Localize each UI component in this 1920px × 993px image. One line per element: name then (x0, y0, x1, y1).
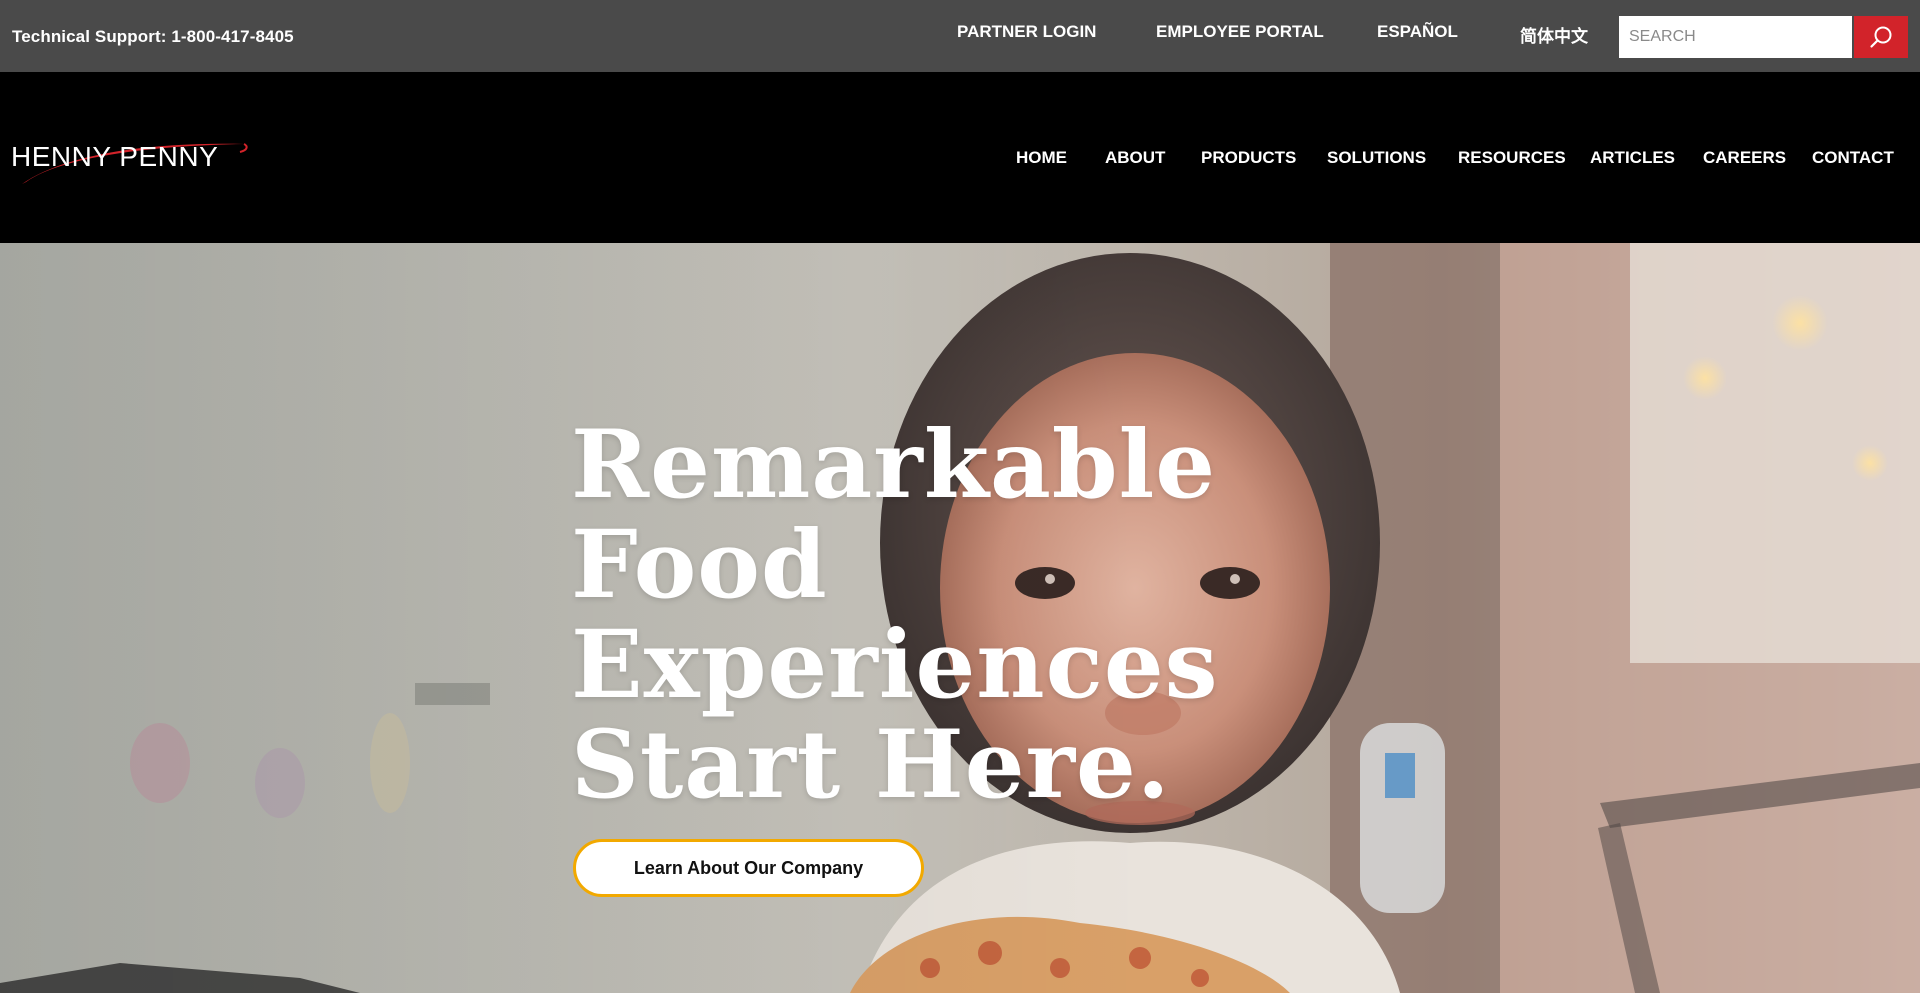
headline-line-1: Remarkable (571, 410, 1217, 520)
chinese-link[interactable]: 简体中文 (1520, 22, 1588, 47)
search-button[interactable] (1854, 16, 1908, 58)
main-navigation: HOME ABOUT PRODUCTS SOLUTIONS RESOURCES … (0, 148, 1920, 172)
main-header: HENNY PENNY HOME ABOUT PRODUCTS SOLUTION… (0, 72, 1920, 243)
nav-contact[interactable]: CONTACT (1812, 148, 1894, 168)
nav-resources[interactable]: RESOURCES (1458, 148, 1566, 168)
hero-section: Remarkable Food Experiences Start Here. … (0, 243, 1920, 993)
search-bar (1619, 16, 1908, 58)
nav-products[interactable]: PRODUCTS (1201, 148, 1296, 168)
espanol-link[interactable]: ESPAÑOL (1377, 22, 1458, 42)
headline-line-2: Food (571, 510, 828, 620)
headline-line-4: Start Here. (571, 710, 1171, 820)
nav-careers[interactable]: CAREERS (1703, 148, 1786, 168)
headline-line-3: Experiences (571, 610, 1219, 720)
nav-home[interactable]: HOME (1016, 148, 1067, 168)
nav-about[interactable]: ABOUT (1105, 148, 1165, 168)
search-input[interactable] (1619, 16, 1852, 58)
learn-about-company-button[interactable]: Learn About Our Company (573, 839, 924, 897)
utility-bar: Technical Support: 1-800-417-8405 PARTNE… (0, 0, 1920, 72)
employee-portal-link[interactable]: EMPLOYEE PORTAL (1156, 22, 1324, 42)
nav-articles[interactable]: ARTICLES (1590, 148, 1675, 168)
hero-headline: Remarkable Food Experiences Start Here. (571, 415, 1471, 815)
nav-solutions[interactable]: SOLUTIONS (1327, 148, 1426, 168)
partner-login-link[interactable]: PARTNER LOGIN (957, 22, 1096, 42)
search-icon (1870, 26, 1892, 48)
